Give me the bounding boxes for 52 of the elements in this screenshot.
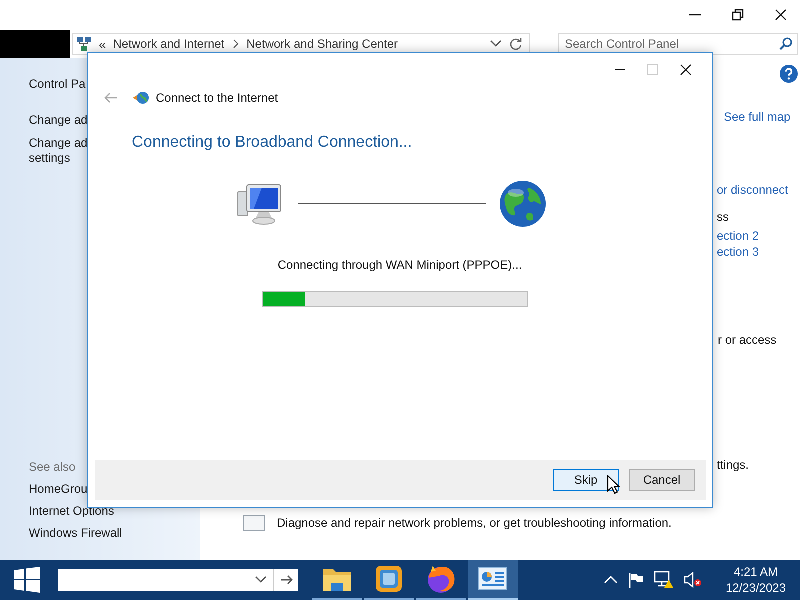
link-text[interactable]: ection 2: [717, 228, 760, 244]
folder-icon: [322, 566, 352, 592]
browser-icon: [426, 564, 456, 594]
dropdown-chevron-icon[interactable]: [490, 39, 502, 49]
description-text: r or access: [718, 332, 777, 348]
close-icon[interactable]: [680, 64, 692, 76]
network-globe-icon: [132, 90, 150, 106]
clock-date: 12/23/2023: [726, 580, 786, 596]
task-description: Diagnose and repair network problems, or get troubleshooting information.: [277, 516, 672, 530]
dialog-heading: Connecting to Broadband Connection...: [132, 134, 414, 152]
windows-logo-icon[interactable]: [14, 567, 40, 593]
maximize-icon: [647, 64, 659, 76]
layered-squares-icon: [374, 564, 404, 594]
see-also-link[interactable]: Windows Firewall: [29, 526, 200, 540]
troubleshoot-icon: [243, 515, 265, 531]
link-text[interactable]: See full map: [724, 109, 791, 125]
cancel-button[interactable]: Cancel: [629, 469, 695, 491]
description-text: ttings.: [717, 457, 750, 473]
see-also-heading: See also: [29, 460, 77, 474]
breadcrumb[interactable]: Network and Internet: [113, 37, 225, 51]
network-warning-icon[interactable]: [654, 571, 674, 589]
chevron-up-icon[interactable]: [604, 575, 618, 585]
refresh-icon[interactable]: [509, 37, 523, 51]
network-icon: [76, 36, 92, 52]
flag-icon[interactable]: [628, 572, 644, 588]
history-chevron[interactable]: «: [99, 36, 106, 52]
restore-icon[interactable]: [731, 8, 745, 22]
close-icon[interactable]: [774, 8, 788, 22]
description-text: ss: [717, 209, 729, 225]
breadcrumb-chevron-icon[interactable]: [232, 39, 240, 49]
back-arrow-icon: [104, 92, 118, 104]
redaction-bar: [0, 30, 70, 58]
taskbar-app-button[interactable]: [468, 560, 518, 600]
skip-button[interactable]: Skip: [553, 469, 619, 491]
clock[interactable]: 4:21 AM 12/23/2023: [726, 564, 786, 596]
breadcrumb[interactable]: Network and Sharing Center: [246, 37, 398, 51]
search-icon[interactable]: [779, 37, 793, 51]
search-field[interactable]: Search Control Panel: [558, 33, 798, 55]
speaker-muted-icon[interactable]: [684, 572, 702, 588]
globe-icon: [499, 180, 547, 228]
mouse-pointer-icon: [607, 475, 620, 495]
help-icon[interactable]: [780, 65, 798, 83]
dialog-title: Connect to the Internet: [156, 91, 278, 105]
go-arrow-icon[interactable]: [280, 574, 294, 586]
clock-time: 4:21 AM: [734, 564, 778, 580]
dropdown-chevron-icon[interactable]: [255, 576, 267, 584]
status-text: Connecting through WAN Miniport (PPPOE)...: [276, 258, 524, 272]
link-text[interactable]: or disconnect: [717, 182, 788, 198]
see-also-link[interactable]: Internet Options: [29, 504, 200, 518]
control-panel-icon: [478, 566, 508, 592]
link-text[interactable]: ection 3: [717, 244, 760, 260]
address-combo-field[interactable]: [58, 569, 298, 591]
